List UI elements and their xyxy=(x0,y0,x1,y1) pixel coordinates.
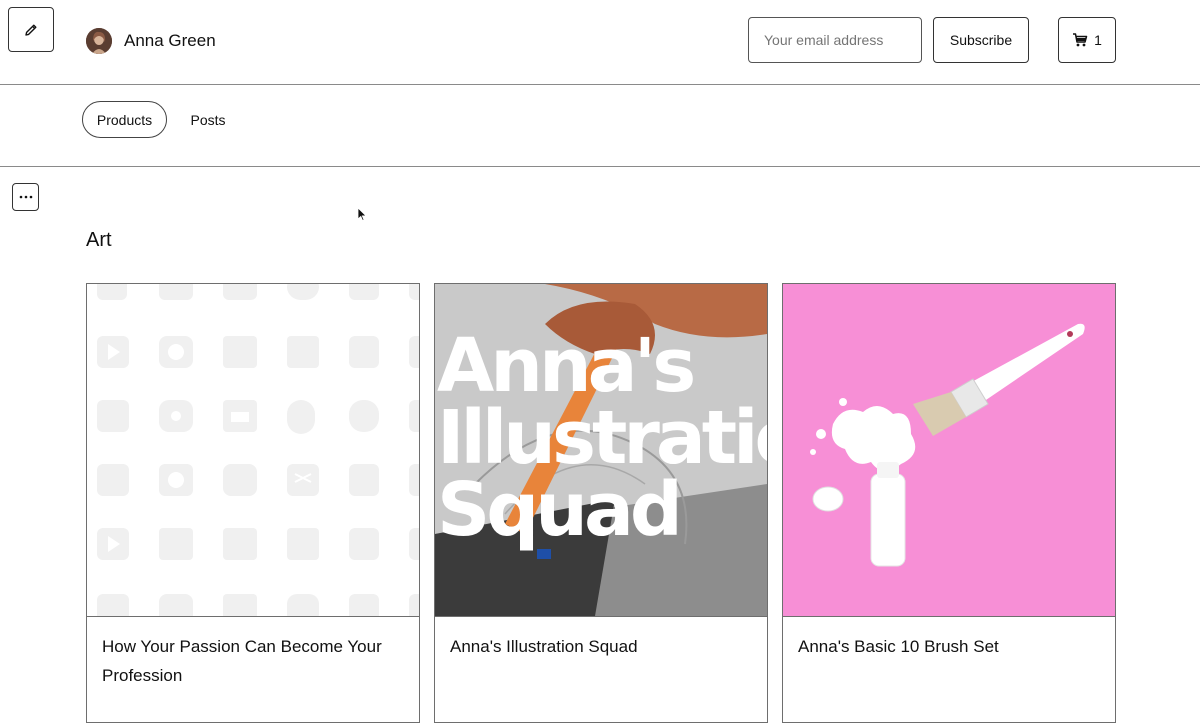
user-name[interactable]: Anna Green xyxy=(124,31,216,51)
card-divider xyxy=(435,616,767,617)
tab-label: Products xyxy=(96,111,153,128)
product-image xyxy=(783,284,1115,616)
tab-posts[interactable]: Posts xyxy=(178,101,238,138)
subscribe-label: Subscribe xyxy=(949,32,1013,48)
avatar[interactable] xyxy=(86,28,112,54)
pencil-icon xyxy=(25,24,37,36)
cart-count: 1 xyxy=(1094,32,1102,48)
product-title[interactable]: Anna's Basic 10 Brush Set xyxy=(798,632,1100,661)
image-text-line: Illustratio xyxy=(437,395,767,481)
cart-icon xyxy=(1073,33,1088,47)
placeholder-image xyxy=(87,284,419,616)
tab-label: Posts xyxy=(190,111,226,128)
mouse-cursor-icon xyxy=(357,207,367,222)
tabs-divider xyxy=(0,166,1200,167)
product-card[interactable]: How Your Passion Can Become Your Profess… xyxy=(86,283,420,723)
cart-button[interactable]: 1 xyxy=(1058,17,1116,63)
edit-button[interactable] xyxy=(8,7,54,52)
card-divider xyxy=(783,616,1115,617)
header-divider xyxy=(0,84,1200,85)
product-title[interactable]: Anna's Illustration Squad xyxy=(450,632,752,661)
product-card[interactable]: Anna's Illustratio Squad Anna's Illustra… xyxy=(434,283,768,723)
email-input[interactable] xyxy=(748,17,922,63)
image-text-line: Squad xyxy=(437,467,683,553)
section-more-button[interactable] xyxy=(12,183,39,211)
tab-products[interactable]: Products xyxy=(82,101,167,138)
subscribe-button[interactable]: Subscribe xyxy=(933,17,1029,63)
product-title[interactable]: How Your Passion Can Become Your Profess… xyxy=(102,632,404,690)
ellipsis-icon xyxy=(19,195,32,199)
image-text-line: Anna's xyxy=(437,323,696,409)
image-overlay-text: Anna's Illustratio Squad xyxy=(437,323,767,553)
product-image: Anna's Illustratio Squad xyxy=(435,284,767,616)
placeholder-icon-pattern xyxy=(97,284,419,616)
product-card[interactable]: Anna's Basic 10 Brush Set xyxy=(782,283,1116,723)
section-title: Art xyxy=(86,229,112,251)
card-divider xyxy=(87,616,419,617)
